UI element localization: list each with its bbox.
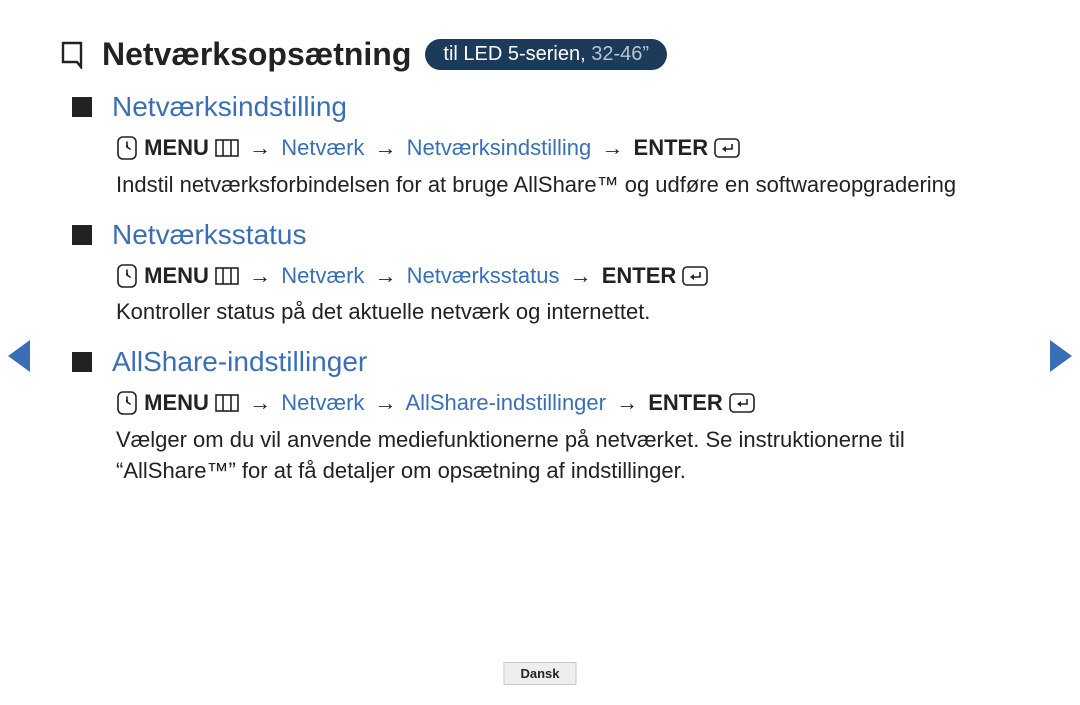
menu-label: MENU	[144, 390, 209, 415]
square-bullet-icon	[72, 352, 92, 372]
bookmark-icon	[60, 41, 84, 69]
section-network-status: Netværksstatus MENU → Netværk → Netværks…	[62, 219, 1020, 329]
arrow-sep-icon: →	[597, 135, 627, 160]
section-title: Netværksindstilling	[112, 91, 347, 123]
arrow-sep-icon: →	[612, 390, 642, 415]
enter-label: ENTER	[634, 135, 709, 160]
section-title: Netværksstatus	[112, 219, 307, 251]
remote-ok-icon	[116, 263, 138, 289]
path-part: Netværksstatus	[407, 263, 560, 288]
arrow-sep-icon: →	[245, 135, 275, 160]
section-title: AllShare-indstillinger	[112, 346, 367, 378]
section-description: Kontroller status på det aktuelle netvær…	[116, 297, 1020, 328]
enter-return-icon	[714, 138, 740, 158]
series-badge: til LED 5-serien, 32-46”	[425, 39, 667, 70]
enter-label: ENTER	[648, 390, 723, 415]
path-part: AllShare-indstillinger	[405, 390, 606, 415]
series-badge-dim: 32-46”	[591, 43, 649, 65]
menu-path: MENU → Netværk → Netværksstatus → ENTER	[116, 261, 1020, 292]
arrow-sep-icon: →	[245, 390, 275, 415]
square-bullet-icon	[72, 225, 92, 245]
enter-label: ENTER	[602, 263, 677, 288]
page-header: Netværksopsætning til LED 5-serien, 32-4…	[60, 36, 1020, 73]
menu-grid-icon	[215, 267, 239, 285]
arrow-sep-icon: →	[245, 263, 275, 288]
menu-grid-icon	[215, 139, 239, 157]
menu-grid-icon	[215, 394, 239, 412]
square-bullet-icon	[72, 97, 92, 117]
remote-ok-icon	[116, 135, 138, 161]
menu-path: MENU → Netværk → AllShare-indstillinger …	[116, 388, 1020, 419]
language-badge: Dansk	[503, 662, 576, 685]
remote-ok-icon	[116, 390, 138, 416]
path-part: Netværk	[281, 135, 364, 160]
page-title: Netværksopsætning	[102, 36, 411, 73]
section-description: Vælger om du vil anvende mediefunktioner…	[116, 425, 1020, 487]
arrow-sep-icon: →	[566, 263, 596, 288]
path-part: Netværk	[281, 263, 364, 288]
arrow-sep-icon: →	[371, 135, 401, 160]
arrow-sep-icon: →	[371, 263, 401, 288]
enter-return-icon	[729, 393, 755, 413]
section-description: Indstil netværksforbindelsen for at brug…	[116, 170, 1020, 201]
path-part: Netværksindstilling	[407, 135, 592, 160]
arrow-sep-icon: →	[371, 390, 401, 415]
enter-return-icon	[682, 266, 708, 286]
menu-label: MENU	[144, 263, 209, 288]
path-part: Netværk	[281, 390, 364, 415]
section-network-setting: Netværksindstilling MENU → Netværk → Net…	[62, 91, 1020, 201]
menu-label: MENU	[144, 135, 209, 160]
series-badge-main: til LED 5-serien,	[443, 43, 591, 65]
section-allshare-settings: AllShare-indstillinger MENU → Netværk → …	[62, 346, 1020, 486]
menu-path: MENU → Netværk → Netværksindstilling → E…	[116, 133, 1020, 164]
